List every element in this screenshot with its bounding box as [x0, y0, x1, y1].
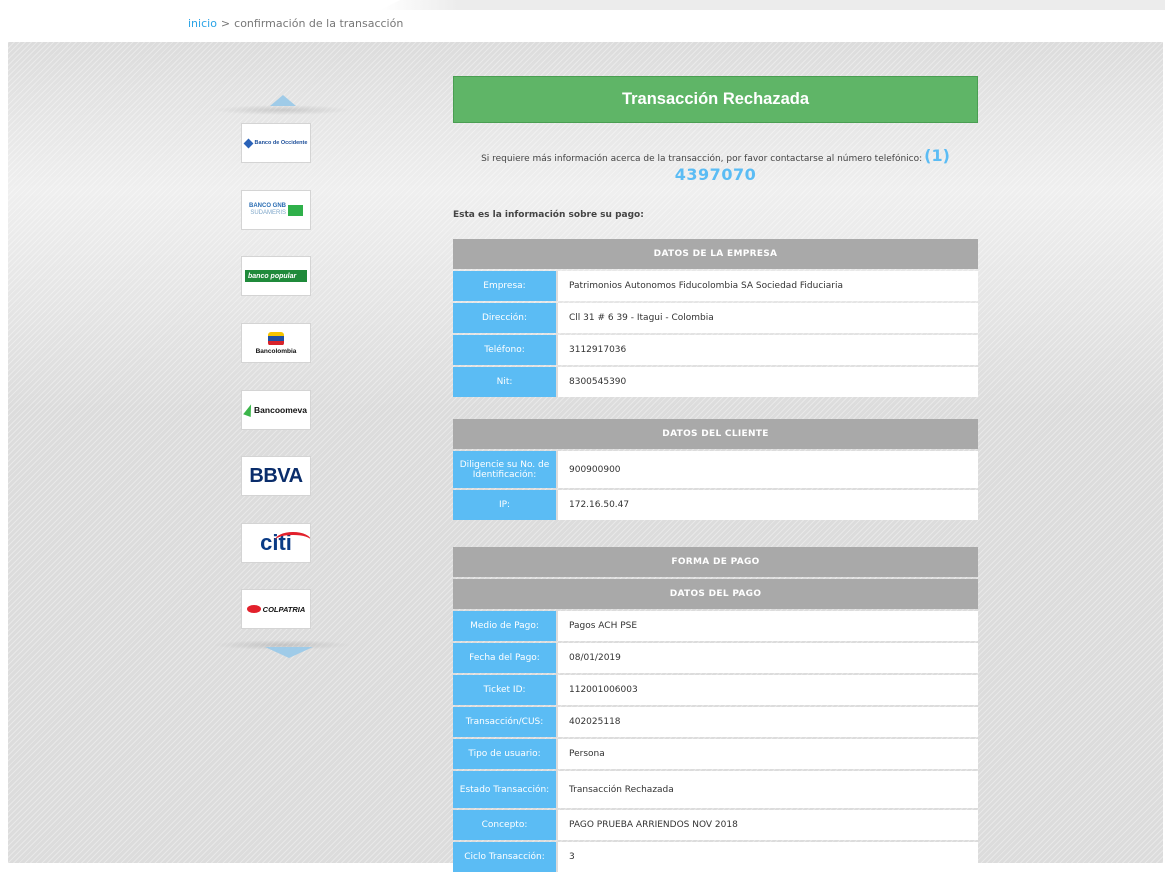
colpatria-row: COLPATRIA [246, 604, 306, 614]
carousel-up-arrow-icon[interactable] [270, 95, 296, 106]
payment-data-header: DATOS DEL PAGO [453, 579, 978, 609]
breadcrumb: inicio > confirmación de la transacción [188, 17, 403, 30]
row-value: Persona [556, 739, 978, 769]
client-data-table: DATOS DEL CLIENTE Diligencie su No. de I… [453, 417, 978, 522]
client-data-header: DATOS DEL CLIENTE [453, 419, 978, 449]
row-label: Empresa: [453, 271, 556, 301]
status-banner: Transacción Rechazada [453, 76, 978, 123]
row-value: Patrimonios Autonomos Fiducolombia SA So… [556, 271, 978, 301]
row-value: 8300545390 [556, 367, 978, 397]
transaction-panel: Transacción Rechazada Si requiere más in… [453, 76, 978, 872]
breadcrumb-separator: > [220, 17, 231, 30]
bank-logo-citi[interactable]: citi [241, 523, 311, 563]
table-row: Medio de Pago: Pagos ACH PSE [453, 611, 978, 641]
row-value: 900900900 [556, 451, 978, 488]
breadcrumb-current: confirmación de la transacción [234, 17, 404, 30]
popular-bar: banco popular [245, 270, 307, 282]
colpatria-oval-icon [246, 605, 261, 613]
bank-name: COLPATRIA [262, 604, 306, 614]
occidente-diamond-icon [243, 138, 253, 148]
row-label: Diligencie su No. de Identificación: [453, 451, 556, 488]
table-row: Tipo de usuario: Persona [453, 739, 978, 769]
table-row: Nit: 8300545390 [453, 367, 978, 397]
table-row: Concepto: PAGO PRUEBA ARRIENDOS NOV 2018 [453, 810, 978, 840]
info-message: Si requiere más información acerca de la… [453, 146, 978, 165]
bank-name: citi [260, 530, 310, 556]
row-value: PAGO PRUEBA ARRIENDOS NOV 2018 [556, 810, 978, 840]
payment-data-table: FORMA DE PAGO DATOS DEL PAGO Medio de Pa… [453, 545, 978, 874]
row-label: Ticket ID: [453, 675, 556, 705]
bank-logo-colpatria[interactable]: COLPATRIA [241, 589, 311, 629]
company-data-header: DATOS DE LA EMPRESA [453, 239, 978, 269]
table-row: Empresa: Patrimonios Autonomos Fiducolomb… [453, 271, 978, 301]
bank-name-line2: SUDAMERIS [250, 210, 286, 216]
breadcrumb-home-link[interactable]: inicio [188, 17, 217, 30]
gnb-house-icon [288, 204, 303, 216]
company-data-table: DATOS DE LA EMPRESA Empresa: Patrimonios … [453, 237, 978, 399]
row-value: 3112917036 [556, 335, 978, 365]
row-value: 402025118 [556, 707, 978, 737]
table-row: Fecha del Pago: 08/01/2019 [453, 643, 978, 673]
table-row: Ticket ID: 112001006003 [453, 675, 978, 705]
bank-name: Bancolombia [255, 347, 297, 355]
bank-logo-bancolombia[interactable]: Bancolombia [241, 323, 311, 363]
bank-logo-bbva[interactable]: BBVA [241, 456, 311, 496]
bank-logo-occidente[interactable]: Banco de Occidente [241, 123, 311, 163]
table-row: Transacción/CUS: 402025118 [453, 707, 978, 737]
table-row: IP: 172.16.50.47 [453, 490, 978, 520]
info-reference: (1) [924, 146, 950, 165]
bank-name: Bancoomeva [254, 405, 307, 415]
row-label: Transacción/CUS: [453, 707, 556, 737]
row-value: Pagos ACH PSE [556, 611, 978, 641]
row-label: Nit: [453, 367, 556, 397]
row-value: 3 [556, 842, 978, 872]
row-label: Estado Transacción: [453, 771, 556, 808]
table-row: Ciclo Transacción: 3 [453, 842, 978, 872]
row-value: 08/01/2019 [556, 643, 978, 673]
row-label: Teléfono: [453, 335, 556, 365]
table-row: Dirección: Cll 31 # 6 39 - Itagui - Colom… [453, 303, 978, 333]
table-header-row: DATOS DE LA EMPRESA [453, 239, 978, 269]
bank-logo-bancoomeva[interactable]: Bancoomeva [241, 390, 311, 430]
table-row: Diligencie su No. de Identificación: 9009… [453, 451, 978, 488]
bank-name: Banco de Occidente [254, 140, 308, 146]
bank-logo-gnb-sudameris[interactable]: BANCO GNB SUDAMERIS [241, 190, 311, 230]
row-value: 172.16.50.47 [556, 490, 978, 520]
top-decoration [380, 0, 1165, 10]
carousel-down-arrow-icon[interactable] [265, 647, 313, 658]
table-header-row: DATOS DEL PAGO [453, 579, 978, 609]
table-row: Teléfono: 3112917036 [453, 335, 978, 365]
bank-name-line1: BANCO GNB [249, 203, 286, 209]
bank-name: BANCO GNB SUDAMERIS [249, 203, 286, 217]
citi-arc-icon [275, 532, 310, 549]
row-label: Fecha del Pago: [453, 643, 556, 673]
table-header-row: FORMA DE PAGO [453, 547, 978, 577]
table-row: Estado Transacción: Transacción Rechazada [453, 771, 978, 808]
payment-method-header: FORMA DE PAGO [453, 547, 978, 577]
row-value: Transacción Rechazada [556, 771, 978, 808]
bank-logo-popular[interactable]: banco popular [241, 256, 311, 296]
top-bar [0, 0, 1165, 44]
bank-name: BBVA [249, 464, 303, 487]
bank-carousel: Banco de Occidente BANCO GNB SUDAMERIS ba… [212, 95, 352, 658]
row-label: Concepto: [453, 810, 556, 840]
bank-name: banco popular [248, 272, 297, 280]
status-title: Transacción Rechazada [621, 90, 810, 108]
row-value: 112001006003 [556, 675, 978, 705]
bancolombia-flag-icon [268, 331, 284, 346]
row-label: IP: [453, 490, 556, 520]
row-label: Tipo de usuario: [453, 739, 556, 769]
carousel-shadow-top [212, 105, 352, 115]
row-value: Cll 31 # 6 39 - Itagui - Colombia [556, 303, 978, 333]
row-label: Dirección: [453, 303, 556, 333]
support-phone: 4397070 [674, 165, 757, 184]
payment-intro-text: Esta es la información sobre su pago: [453, 210, 644, 220]
table-header-row: DATOS DEL CLIENTE [453, 419, 978, 449]
row-label: Ciclo Transacción: [453, 842, 556, 872]
info-message-text: Si requiere más información acerca de la… [481, 154, 923, 164]
row-label: Medio de Pago: [453, 611, 556, 641]
